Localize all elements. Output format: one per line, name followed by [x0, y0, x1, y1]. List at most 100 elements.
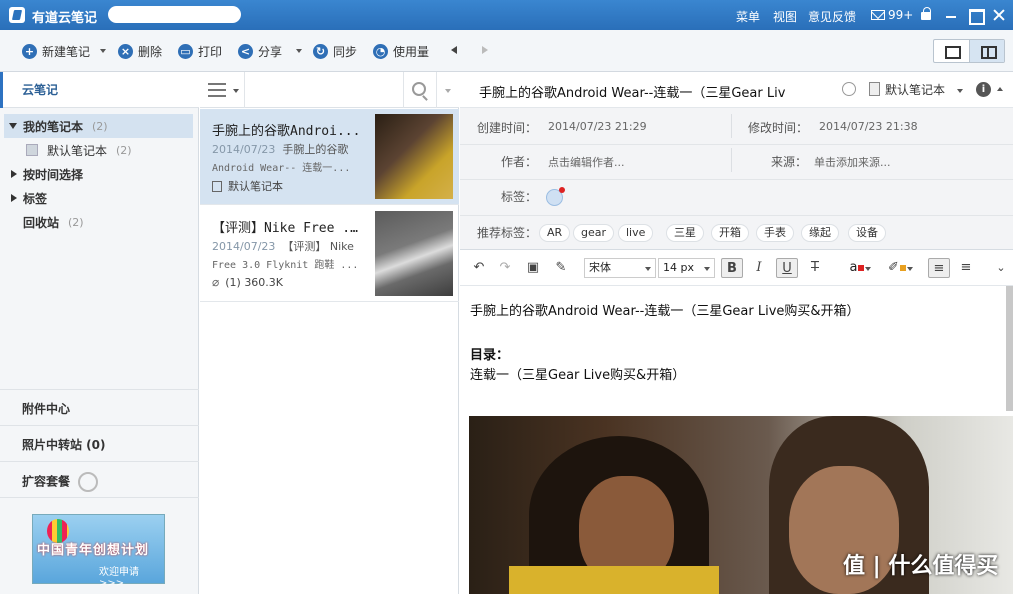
search-icon[interactable]: [412, 82, 426, 96]
redo-icon[interactable]: ↷: [494, 258, 516, 278]
author-field[interactable]: 点击编辑作者...: [548, 154, 625, 170]
red-dot: [559, 187, 565, 193]
share-icon: <: [238, 43, 253, 59]
bold-button[interactable]: B: [721, 258, 743, 278]
suggested-tag[interactable]: 三星: [666, 224, 704, 242]
mail-icon[interactable]: [871, 10, 885, 20]
usage-icon: ◔: [373, 43, 388, 59]
global-search-input[interactable]: [108, 6, 241, 23]
expand-triangle-icon[interactable]: [11, 170, 17, 178]
print-button[interactable]: ▭ 打印: [178, 42, 222, 60]
chevron-down-icon[interactable]: [957, 89, 963, 93]
add-tag-icon[interactable]: [546, 187, 565, 206]
forward-arrow-icon[interactable]: [482, 46, 488, 54]
chevron-down-icon[interactable]: [865, 267, 871, 271]
sync-icon: ↻: [313, 43, 328, 59]
storage-expansion[interactable]: 扩容套餐: [0, 461, 199, 497]
suggested-tags-label: 推荐标签：: [477, 226, 538, 240]
italic-button[interactable]: I: [748, 258, 770, 278]
sidebar-header[interactable]: 云笔记: [0, 72, 199, 108]
sync-button[interactable]: ↻ 同步: [313, 42, 357, 60]
delete-icon: ×: [118, 43, 133, 59]
note-item-title: 手腕上的谷歌Androi...: [212, 124, 361, 139]
more-tools-icon[interactable]: ⌄: [990, 258, 1012, 278]
note-title-bar: 手腕上的谷歌Android Wear--连载一（三星Gear Liv 默认笔记本…: [460, 72, 1013, 108]
expand-triangle-icon[interactable]: [11, 194, 17, 202]
single-pane-view-icon[interactable]: [934, 40, 969, 62]
chevron-down-icon: [704, 267, 710, 271]
suggested-tag[interactable]: live: [618, 224, 654, 242]
strikethrough-button[interactable]: T: [804, 258, 826, 278]
divider: [403, 72, 404, 108]
sidebar-item-trash[interactable]: 回收站 (2): [4, 210, 193, 234]
plus-icon: +: [22, 43, 37, 59]
sidebar-item-default-notebook[interactable]: 默认笔记本 (2): [4, 138, 193, 162]
chevron-down-icon[interactable]: [907, 267, 913, 271]
feedback-button[interactable]: 意见反馈: [808, 8, 856, 25]
note-snippet-inline: 手腕上的谷歌: [282, 143, 349, 156]
info-icon[interactable]: i: [976, 82, 991, 97]
suggested-tag[interactable]: gear: [573, 224, 615, 242]
usage-button[interactable]: ◔ 使用量: [373, 42, 429, 60]
lock-icon[interactable]: [921, 7, 931, 20]
color-swatch: [899, 265, 906, 271]
paperclip-icon: ⌀: [212, 275, 220, 289]
source-field[interactable]: 单击添加来源...: [814, 154, 891, 170]
share-button[interactable]: < 分享: [238, 42, 303, 60]
chevron-down-icon[interactable]: [296, 49, 303, 53]
divider: [460, 179, 1013, 180]
note-item-attachment: ⌀ (1) 360.3K: [212, 275, 283, 289]
note-date-text: 2014/07/23: [212, 240, 276, 253]
expand-triangle-icon[interactable]: [9, 123, 17, 129]
view-toggle[interactable]: [933, 39, 1005, 63]
suggested-tag[interactable]: 开箱: [711, 224, 749, 242]
suggested-tag[interactable]: 手表: [756, 224, 794, 242]
chevron-down-icon[interactable]: [233, 89, 239, 93]
editor-scrollbar[interactable]: [1006, 286, 1013, 411]
sidebar-header-label: 云笔记: [22, 83, 59, 97]
sidebar-item-tags[interactable]: 标签: [4, 186, 193, 210]
promo-banner[interactable]: 中国青年创想计划 欢迎申请 >>>: [32, 514, 165, 589]
notebook-icon: [212, 180, 222, 192]
close-button[interactable]: [990, 6, 1008, 24]
align-center-icon[interactable]: ≡: [955, 258, 977, 278]
clear-format-icon[interactable]: ▣: [522, 258, 544, 278]
zoom-icon[interactable]: [842, 82, 856, 96]
split-pane-view-icon[interactable]: [968, 40, 1004, 62]
note-search-input[interactable]: [247, 76, 403, 104]
list-item[interactable]: 【评测】Nike Free ... 2014/07/23 【评测】 Nike F…: [200, 206, 459, 302]
sidebar-item-my-notebooks[interactable]: 我的笔记本 (2): [4, 114, 193, 138]
notebook-selector[interactable]: 默认笔记本: [885, 81, 945, 98]
note-title-input[interactable]: 手腕上的谷歌Android Wear--连载一（三星Gear Liv: [479, 82, 799, 101]
suggested-tag[interactable]: AR: [539, 224, 571, 242]
list-item[interactable]: 手腕上的谷歌Androi... 2014/07/23 手腕上的谷歌 Androi…: [200, 109, 459, 205]
sidebar-item-by-time[interactable]: 按时间选择: [4, 162, 193, 186]
mail-count: 99+: [888, 8, 914, 22]
undo-icon[interactable]: ↶: [468, 258, 490, 278]
chevron-down-icon[interactable]: [445, 89, 451, 93]
font-size-select[interactable]: 14 px: [658, 258, 715, 278]
suggested-tag[interactable]: 设备: [848, 224, 886, 242]
minimize-button[interactable]: [942, 6, 960, 24]
align-left-icon[interactable]: ≡: [928, 258, 950, 278]
menu-button[interactable]: 菜单: [736, 8, 760, 25]
note-thumbnail: [375, 211, 453, 296]
collapse-icon[interactable]: [997, 87, 1003, 91]
note-thumbnail: [375, 114, 453, 199]
attachments-center[interactable]: 附件中心: [0, 389, 199, 425]
photo-relay-station[interactable]: 照片中转站 (0): [0, 425, 199, 461]
attachment-size: (1) 360.3K: [225, 275, 284, 289]
new-note-button[interactable]: + 新建笔记: [22, 42, 107, 60]
suggested-tag[interactable]: 缘起: [801, 224, 839, 242]
created-time: 2014/07/23 21:29: [548, 120, 647, 133]
underline-button[interactable]: U: [776, 258, 798, 278]
format-brush-icon[interactable]: ✎: [550, 258, 572, 278]
chevron-down-icon[interactable]: [100, 49, 107, 53]
delete-button[interactable]: × 删除: [118, 42, 162, 60]
note-item-notebook: 默认笔记本: [212, 178, 283, 194]
font-family-select[interactable]: 宋体: [584, 258, 656, 278]
maximize-button[interactable]: [966, 6, 985, 25]
view-menu-button[interactable]: 视图: [773, 8, 797, 25]
list-view-icon[interactable]: [208, 83, 226, 97]
back-arrow-icon[interactable]: [451, 46, 457, 54]
